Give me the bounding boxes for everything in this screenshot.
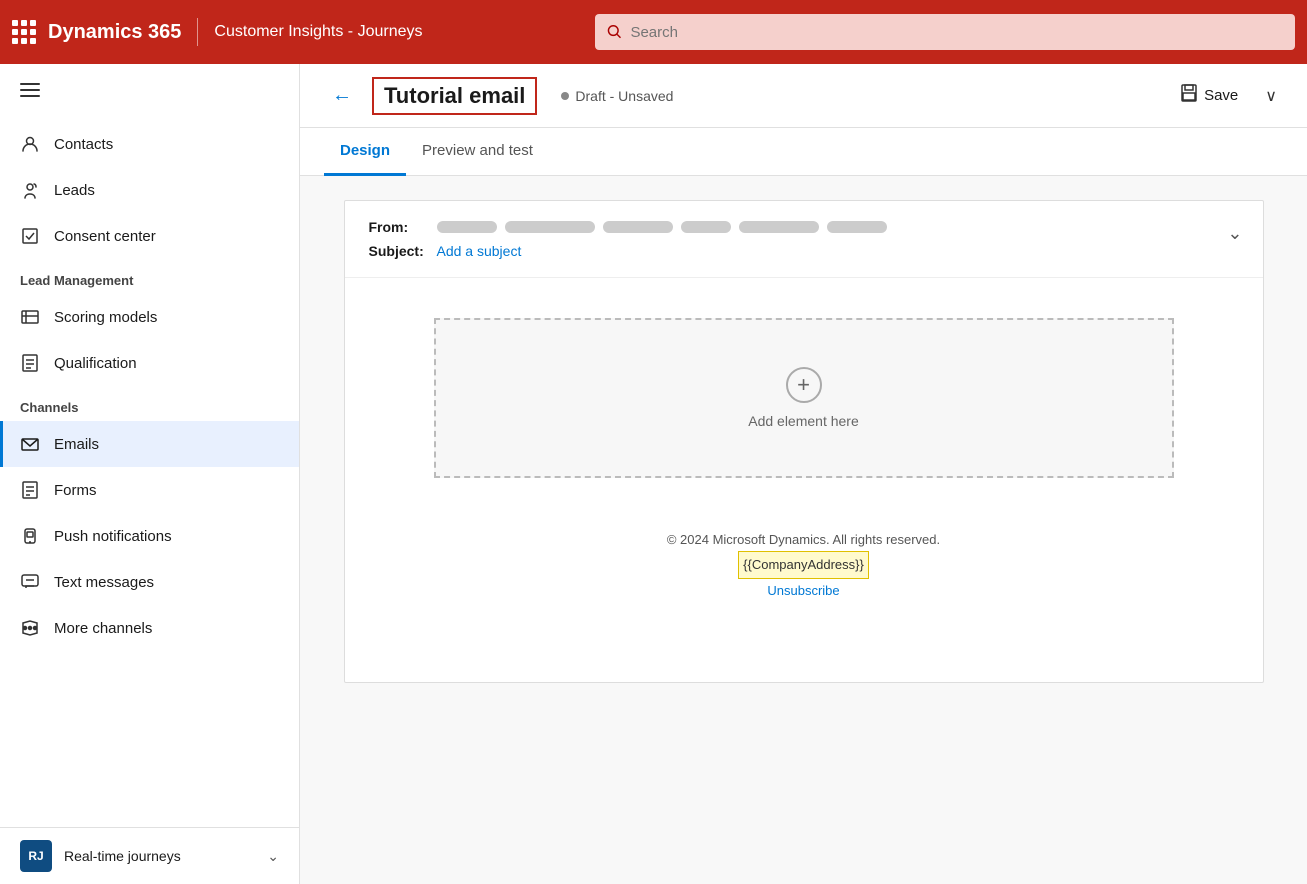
consent-icon [20,226,40,246]
journeys-chevron-icon: ⌄ [267,848,279,865]
lead-management-section-label: Lead Management [0,259,299,294]
status-dot-icon [561,92,569,100]
email-body: + Add element here © 2024 Microsoft Dyna… [345,278,1263,682]
person-icon [20,134,40,154]
search-bar[interactable] [595,14,1295,50]
push-notifications-label: Push notifications [54,528,172,545]
sidebar-item-text-messages[interactable]: Text messages [0,559,299,605]
more-channels-label: More channels [54,620,152,637]
sidebar-bottom-journeys[interactable]: RJ Real-time journeys ⌄ [0,827,299,884]
content-header: ← Tutorial email Draft - Unsaved Save [300,64,1307,128]
search-icon [607,24,622,40]
emails-label: Emails [54,436,99,453]
add-subject-link[interactable]: Add a subject [437,243,522,259]
status-text: Draft - Unsaved [575,88,673,104]
status-badge: Draft - Unsaved [561,88,673,104]
topbar-divider [197,18,198,46]
search-input[interactable] [630,24,1283,41]
subject-label: Subject: [369,243,429,259]
sidebar: Contacts Leads Consent center Le [0,64,300,884]
sidebar-item-consent-center[interactable]: Consent center [0,213,299,259]
more-channels-icon [20,618,40,638]
from-value-blur [437,221,497,233]
save-label: Save [1204,87,1238,104]
consent-center-label: Consent center [54,228,156,245]
qualification-icon [20,353,40,373]
forms-label: Forms [54,482,97,499]
leads-icon [20,180,40,200]
from-bar-chevron-icon[interactable]: ⌄ [1227,223,1242,244]
header-actions: Save ∨ [1167,77,1283,114]
sidebar-item-forms[interactable]: Forms [0,467,299,513]
main-layout: Contacts Leads Consent center Le [0,64,1307,884]
tabs-bar: Design Preview and test [300,128,1307,176]
email-from-value [437,221,887,233]
qualification-label: Qualification [54,355,137,372]
from-value-blur3 [603,221,673,233]
from-value-blur4 [681,221,731,233]
app-name: Customer Insights - Journeys [214,23,422,41]
email-footer: © 2024 Microsoft Dynamics. All rights re… [667,508,940,642]
leads-label: Leads [54,182,95,199]
add-element-zone[interactable]: + Add element here [434,318,1174,478]
tab-design[interactable]: Design [324,128,406,176]
channels-section-label: Channels [0,386,299,421]
page-title: Tutorial email [372,77,537,115]
sidebar-item-qualification[interactable]: Qualification [0,340,299,386]
sidebar-item-contacts[interactable]: Contacts [0,121,299,167]
text-messages-label: Text messages [54,574,154,591]
app-title: Dynamics 365 [48,21,181,44]
scoring-models-label: Scoring models [54,309,157,326]
email-from-row: From: [369,219,1239,235]
back-button[interactable]: ← [324,80,360,111]
add-element-plus-icon: + [786,367,822,403]
topbar: Dynamics 365 Customer Insights - Journey… [0,0,1307,64]
scoring-icon [20,307,40,327]
push-icon [20,526,40,546]
sidebar-item-leads[interactable]: Leads [0,167,299,213]
from-value-blur5 [739,221,819,233]
save-button[interactable]: Save [1167,77,1251,114]
contacts-label: Contacts [54,136,113,153]
email-subject-row: Subject: Add a subject [369,243,1239,259]
footer-company-address: {{CompanyAddress}} [738,551,869,578]
from-value-blur6 [827,221,887,233]
save-chevron-icon[interactable]: ∨ [1259,80,1283,112]
sms-icon [20,572,40,592]
rj-avatar: RJ [20,840,52,872]
sidebar-item-push-notifications[interactable]: Push notifications [0,513,299,559]
sidebar-item-more-channels[interactable]: More channels [0,605,299,651]
hamburger-menu[interactable] [0,64,299,121]
app-launcher-button[interactable] [12,20,36,44]
footer-copyright: © 2024 Microsoft Dynamics. All rights re… [667,528,940,551]
from-value-blur2 [505,221,595,233]
from-label: From: [369,219,429,235]
add-element-label: Add element here [748,413,859,429]
forms-icon [20,480,40,500]
email-editor: From: Subject: Add a su [300,176,1307,884]
sidebar-item-scoring-models[interactable]: Scoring models [0,294,299,340]
email-card: From: Subject: Add a su [344,200,1264,683]
email-icon [20,434,40,454]
content-area: ← Tutorial email Draft - Unsaved Save [300,64,1307,884]
real-time-journeys-label: Real-time journeys [64,848,255,864]
tab-preview-and-test[interactable]: Preview and test [406,128,549,176]
save-icon [1180,84,1198,107]
email-from-bar: From: Subject: Add a su [345,201,1263,278]
sidebar-item-emails[interactable]: Emails [0,421,299,467]
footer-unsubscribe-link[interactable]: Unsubscribe [667,579,940,602]
